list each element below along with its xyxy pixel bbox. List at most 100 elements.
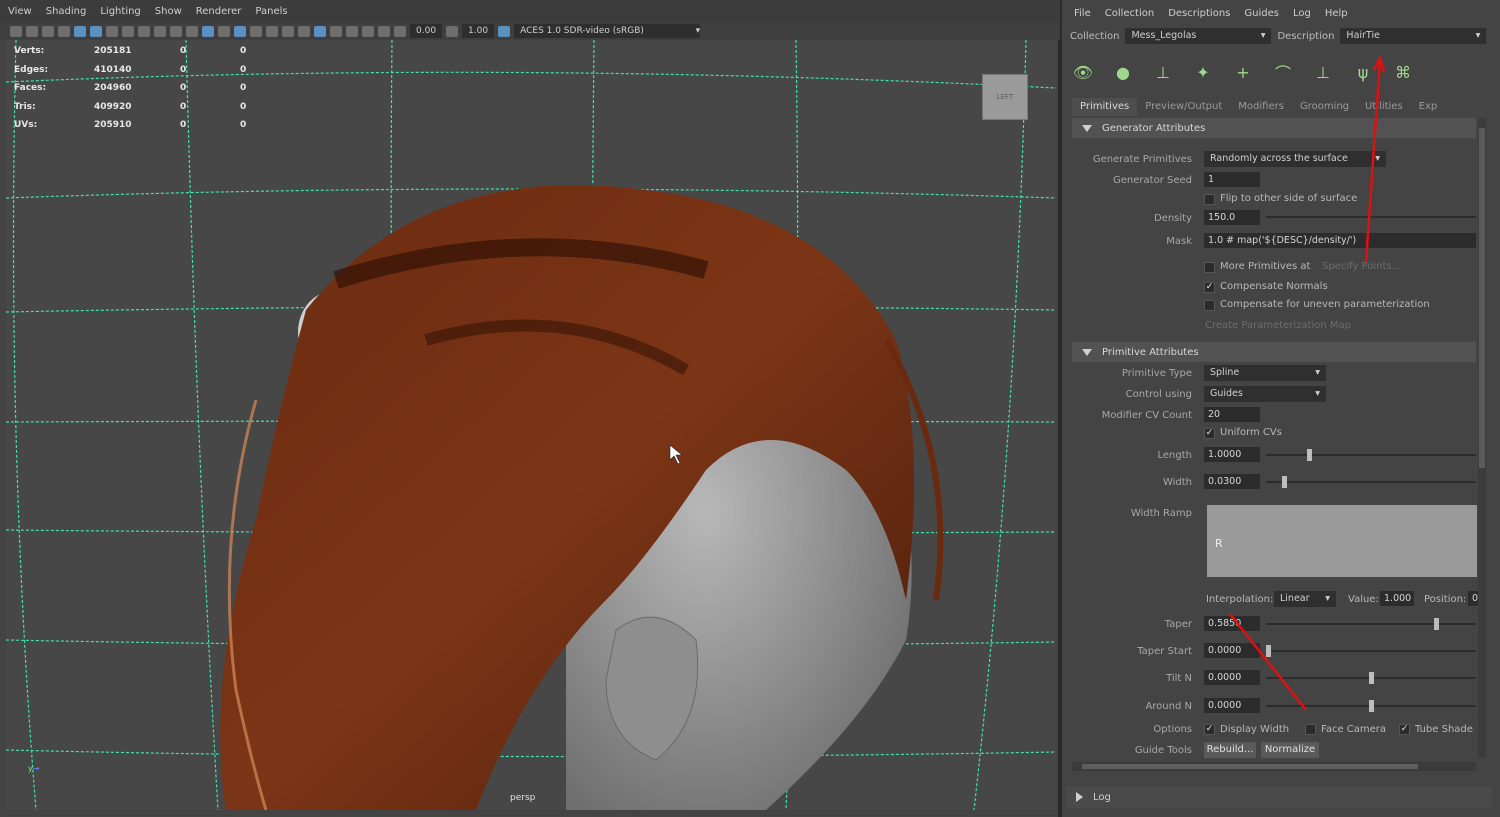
tilt-n-field[interactable]: 0.0000 [1204,670,1260,685]
tube-shade-checkbox[interactable]: ✓ [1399,724,1410,735]
xray-active-icon[interactable] [378,25,390,37]
vertical-scrollbar[interactable] [1478,118,1486,758]
antialias-icon[interactable] [314,25,326,37]
default-material-icon[interactable] [218,25,230,37]
around-n-slider[interactable] [1266,700,1476,712]
length-slider-handle[interactable] [1307,449,1312,461]
create-parameterization-map-button[interactable]: Create Parameterization Map [1205,320,1351,331]
generate-primitives-dropdown[interactable]: Randomly across the surface ▾ [1204,151,1386,167]
scrollbar-thumb[interactable] [1479,128,1485,468]
guide-move-icon[interactable]: ✦ [1190,59,1216,85]
menu-log[interactable]: Log [1293,8,1311,19]
resolution-gate-icon[interactable] [122,25,134,37]
guide-bend-icon[interactable]: ⌒ [1270,59,1296,85]
grid-icon[interactable] [90,25,102,37]
primitive-type-dropdown[interactable]: Spline ▾ [1204,365,1326,381]
xray-icon[interactable] [346,25,358,37]
guide-spread-icon[interactable]: ψ [1350,59,1376,85]
bookmark-icon[interactable] [42,25,54,37]
flip-side-checkbox[interactable] [1204,194,1215,205]
length-slider[interactable] [1266,449,1476,461]
around-n-slider-handle[interactable] [1368,700,1374,712]
interpolation-dropdown[interactable]: Linear ▾ [1274,591,1336,607]
tab-modifiers[interactable]: Modifiers [1230,98,1292,116]
modifier-cv-count-field[interactable]: 20 [1204,407,1260,422]
menu-collection[interactable]: Collection [1105,8,1154,19]
wireframe-icon[interactable] [186,25,198,37]
field-chart-icon[interactable] [154,25,166,37]
length-field[interactable]: 1.0000 [1204,447,1260,462]
mask-expression-field[interactable]: 1.0 # map('${DESC}/density/') [1204,233,1476,248]
menu-view[interactable]: View [8,6,32,17]
image-plane-icon[interactable] [58,25,70,37]
tab-preview-output[interactable]: Preview/Output [1137,98,1230,116]
menu-file[interactable]: File [1074,8,1091,19]
ramp-position-field[interactable]: 0 [1468,591,1478,606]
xray-joints-icon[interactable] [362,25,374,37]
ramp-value-field[interactable]: 1.000 [1380,591,1414,606]
shadows-icon[interactable] [266,25,278,37]
tilt-n-slider-handle[interactable] [1368,672,1374,684]
film-gate-icon[interactable] [106,25,118,37]
taper-slider-handle[interactable] [1434,618,1440,630]
tab-expressions[interactable]: Exp [1411,98,1446,116]
menu-descriptions[interactable]: Descriptions [1168,8,1230,19]
3d-viewport-canvas[interactable] [6,40,1056,810]
add-guide-icon[interactable]: ⊥ [1150,59,1176,85]
rebuild-button[interactable]: Rebuild... [1204,742,1256,758]
control-using-dropdown[interactable]: Guides ▾ [1204,386,1326,402]
preview-eye-icon[interactable]: 👁 [1070,59,1096,85]
exposure-icon[interactable] [394,25,406,37]
width-field[interactable]: 0.0300 [1204,474,1260,489]
primitive-attributes-header[interactable]: Primitive Attributes [1072,342,1476,362]
generator-attributes-header[interactable]: Generator Attributes [1072,118,1476,138]
menu-show[interactable]: Show [155,6,182,17]
description-dropdown[interactable]: HairTie ▾ [1340,28,1487,44]
menu-lighting[interactable]: Lighting [100,6,140,17]
width-slider-handle[interactable] [1282,476,1288,488]
gamma-field[interactable]: 1.00 [462,24,495,38]
specify-points-button[interactable]: Specify Points... [1322,261,1401,272]
gamma-icon[interactable] [446,25,459,37]
width-slider[interactable] [1266,476,1476,488]
normalize-button[interactable]: Normalize [1261,742,1319,758]
menu-shading[interactable]: Shading [46,6,87,17]
lights-icon[interactable] [250,25,262,37]
isolate-icon[interactable] [330,25,342,37]
tab-primitives[interactable]: Primitives [1072,98,1138,116]
tab-grooming[interactable]: Grooming [1292,98,1357,116]
view-cube[interactable]: LEFT [982,74,1028,120]
safe-action-icon[interactable] [170,25,182,37]
exposure-field[interactable]: 0.00 [410,24,443,38]
width-ramp-graph[interactable]: R [1207,505,1477,577]
compensate-normals-checkbox[interactable]: ✓ [1204,282,1215,293]
scrollbar-thumb[interactable] [1082,764,1418,769]
camera-attr-icon[interactable] [26,25,38,37]
face-camera-checkbox[interactable] [1305,724,1316,735]
log-section-header[interactable]: Log [1066,786,1492,808]
taper-slider[interactable] [1266,618,1476,630]
tab-utilities[interactable]: Utilities [1357,98,1411,116]
horizontal-scrollbar[interactable] [1072,762,1476,771]
textured-icon[interactable] [234,25,246,37]
description-leaf-icon[interactable]: ● [1110,59,1136,85]
camera-icon[interactable] [10,25,22,37]
tilt-n-slider[interactable] [1266,672,1476,684]
around-n-field[interactable]: 0.0000 [1204,698,1260,713]
color-management-icon[interactable] [498,25,511,37]
generator-seed-field[interactable]: 1 [1204,172,1260,187]
density-slider[interactable] [1266,216,1476,218]
smooth-shade-icon[interactable] [202,25,214,37]
grease-pencil-icon[interactable] [74,25,86,37]
menu-help[interactable]: Help [1325,8,1348,19]
gate-mask-icon[interactable] [138,25,150,37]
guide-sculpt-icon[interactable]: ⌘ [1390,59,1416,85]
taper-start-slider[interactable] [1266,645,1476,657]
collection-dropdown[interactable]: Mess_Legolas ▾ [1125,28,1272,44]
taper-start-field[interactable]: 0.0000 [1204,643,1260,658]
display-width-checkbox[interactable]: ✓ [1204,724,1215,735]
compensate-uneven-checkbox[interactable] [1204,300,1215,311]
more-primitives-checkbox[interactable] [1204,262,1215,273]
taper-field[interactable]: 0.5850 [1204,616,1260,631]
menu-guides[interactable]: Guides [1244,8,1279,19]
